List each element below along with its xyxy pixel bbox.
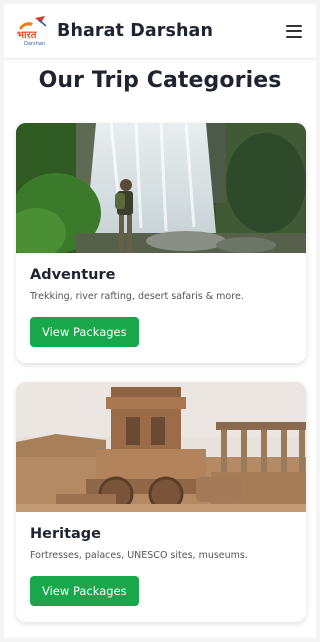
card-title: Adventure	[30, 267, 116, 283]
hamburger-menu-icon[interactable]	[286, 24, 302, 38]
card-description: Trekking, river rafting, desert safaris …	[30, 291, 244, 302]
brand-name[interactable]: Bharat Darshan	[57, 21, 213, 41]
card-body: Adventure Trekking, river rafting, deser…	[16, 253, 306, 363]
view-packages-button-heritage[interactable]: View Packages	[30, 576, 139, 606]
svg-text:Darshan: Darshan	[24, 41, 45, 47]
category-card-heritage: Heritage Fortresses, palaces, UNESCO sit…	[16, 382, 306, 622]
app-frame: भारत Darshan Bharat Darshan Our Trip Cat…	[4, 4, 316, 638]
stone-chariot-image	[16, 382, 306, 512]
card-body: Heritage Fortresses, palaces, UNESCO sit…	[16, 512, 306, 622]
card-title: Heritage	[30, 526, 102, 542]
waterfall-hiker-image	[16, 123, 306, 253]
page-title: Our Trip Categories	[38, 68, 282, 93]
view-packages-button-adventure[interactable]: View Packages	[30, 317, 139, 347]
card-description: Fortresses, palaces, UNESCO sites, museu…	[30, 550, 248, 561]
svg-text:भारत: भारत	[17, 30, 38, 41]
brand-logo[interactable]: भारत Darshan	[15, 14, 49, 48]
top-navbar: भारत Darshan Bharat Darshan	[4, 4, 316, 59]
category-card-adventure: Adventure Trekking, river rafting, deser…	[16, 123, 306, 363]
brand-logo-icon: भारत Darshan	[17, 16, 47, 47]
